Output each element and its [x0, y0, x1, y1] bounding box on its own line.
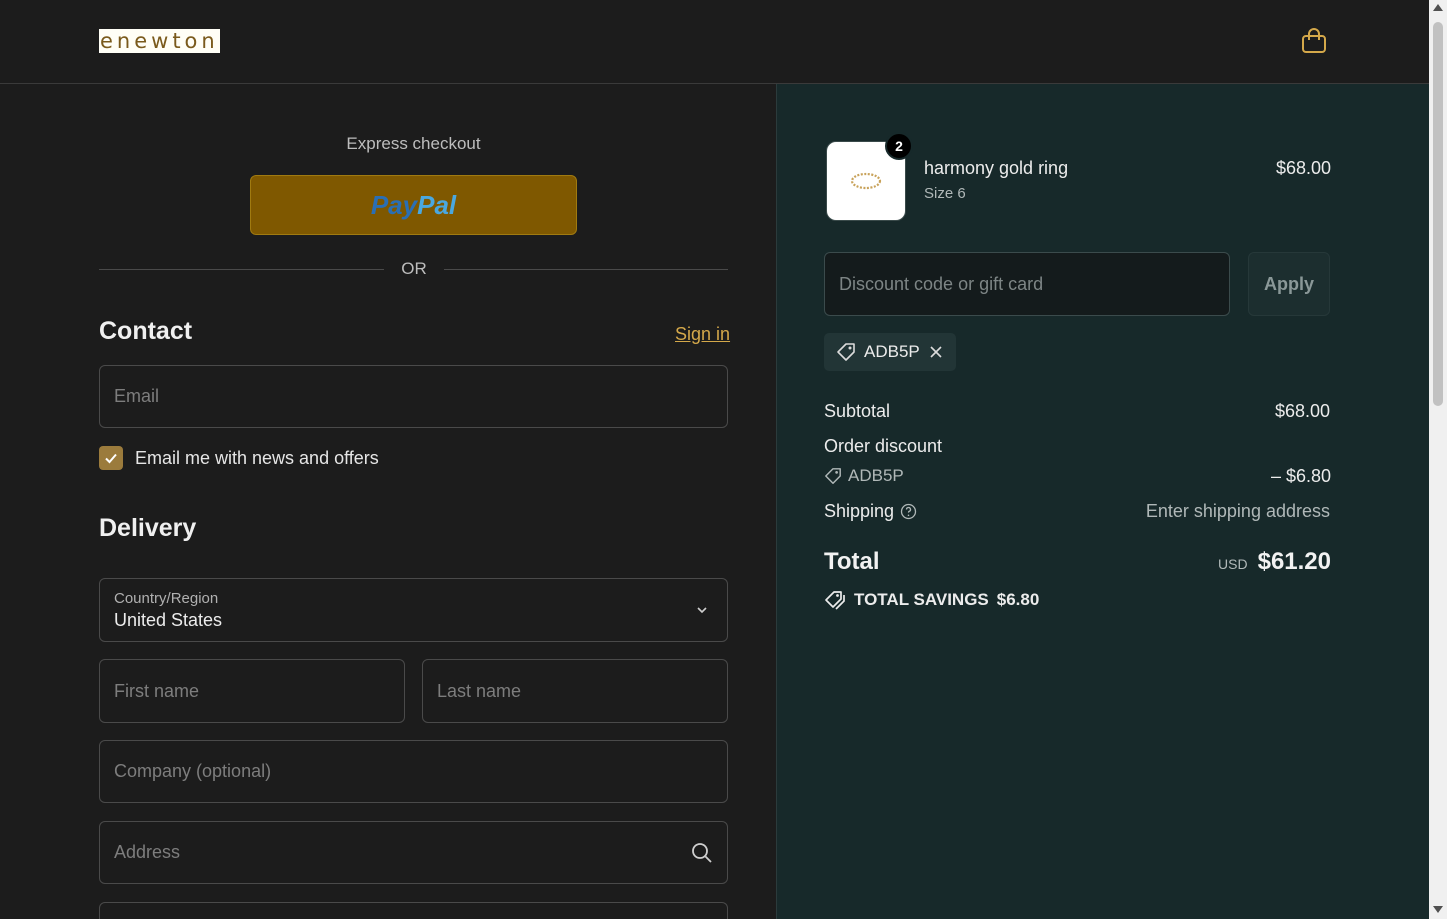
divider-right: [444, 269, 728, 270]
contact-title: Contact: [99, 317, 193, 345]
close-icon: [930, 346, 942, 358]
sign-in-link[interactable]: Sign in: [675, 324, 730, 345]
paypal-button[interactable]: PayPal: [250, 175, 577, 235]
company-field[interactable]: [99, 740, 728, 803]
discount-input[interactable]: [839, 253, 1209, 315]
chevron-down-icon: [697, 607, 707, 614]
subtotal-row: Subtotal $68.00: [824, 401, 1330, 422]
tag-icon: [837, 343, 855, 361]
shipping-row: Shipping Enter shipping address: [824, 501, 1330, 522]
scroll-up-arrow-icon[interactable]: [1433, 4, 1443, 11]
next-field[interactable]: [99, 902, 728, 919]
product-name: harmony gold ring: [924, 158, 1069, 178]
total-savings: TOTAL SAVINGS $6.80: [824, 589, 1039, 611]
divider-left: [99, 269, 384, 270]
remove-code-button[interactable]: [928, 344, 944, 360]
discount-field[interactable]: [824, 252, 1230, 316]
total-amount: $61.20: [1257, 548, 1331, 575]
shopping-bag-icon[interactable]: [1300, 27, 1328, 55]
or-divider-text: OR: [401, 259, 427, 278]
order-discount-code-text: ADB5P: [848, 466, 904, 485]
first-name-field[interactable]: [99, 659, 405, 723]
page-scrollbar[interactable]: [1429, 0, 1447, 919]
company-input[interactable]: [114, 741, 713, 802]
shipping-label: Shipping: [824, 501, 895, 521]
paypal-pay-text: Pay: [370, 189, 418, 220]
total-value: USD $61.20: [1218, 548, 1331, 576]
newsletter-checkbox[interactable]: [99, 446, 123, 470]
help-icon[interactable]: [900, 503, 917, 520]
address-input[interactable]: [114, 822, 713, 883]
country-select[interactable]: Country/Region United States: [99, 578, 728, 642]
total-label: Total: [824, 548, 880, 575]
order-discount-code: ADB5P: [824, 466, 904, 486]
savings-value: $6.80: [996, 590, 1040, 609]
country-select-value: United States: [114, 610, 223, 630]
paypal-pal-text: Pal: [417, 189, 457, 220]
search-icon[interactable]: [691, 842, 713, 864]
subtotal-value: $68.00: [1274, 401, 1330, 421]
express-checkout-title: Express checkout: [346, 134, 481, 153]
email-input[interactable]: [114, 366, 713, 427]
quantity-badge: 2: [885, 132, 913, 160]
newsletter-label: Email me with news and offers: [135, 447, 379, 468]
order-discount-value: – $6.80: [1270, 466, 1331, 486]
last-name-field[interactable]: [422, 659, 728, 723]
header: enewton: [0, 0, 1429, 84]
country-select-label: Country/Region: [114, 590, 219, 607]
applied-code-chip: ADB5P: [824, 333, 956, 371]
checkout-page: enewton Express checkout PayPal OR Conta…: [0, 0, 1447, 919]
checkout-form: Express checkout PayPal OR Contact Sign …: [0, 84, 776, 919]
scrollbar-thumb[interactable]: [1433, 22, 1443, 406]
total-currency: USD: [1218, 556, 1248, 572]
product-price: $68.00: [1275, 158, 1331, 178]
product-variant: Size 6: [924, 185, 966, 202]
newsletter-option[interactable]: Email me with news and offers: [99, 446, 379, 470]
last-name-input[interactable]: [437, 660, 713, 722]
scroll-down-arrow-icon[interactable]: [1433, 906, 1443, 913]
delivery-title: Delivery: [99, 514, 197, 542]
checkmark-icon: [105, 453, 117, 464]
order-summary: 2 harmony gold ring Size 6 $68.00 Apply …: [776, 84, 1429, 919]
address-field[interactable]: [99, 821, 728, 884]
first-name-input[interactable]: [114, 660, 390, 722]
order-discount-row: Order discount: [824, 436, 1330, 457]
shipping-value: Enter shipping address: [1145, 501, 1330, 521]
subtotal-label: Subtotal: [824, 401, 891, 421]
tag-icon: [825, 468, 841, 484]
tags-icon: [825, 591, 845, 610]
savings-label: TOTAL SAVINGS: [854, 590, 989, 609]
order-discount-label: Order discount: [824, 436, 943, 456]
store-logo[interactable]: enewton: [99, 29, 220, 53]
apply-button[interactable]: Apply: [1248, 252, 1330, 316]
applied-code-text: ADB5P: [864, 342, 920, 361]
email-field[interactable]: [99, 365, 728, 428]
